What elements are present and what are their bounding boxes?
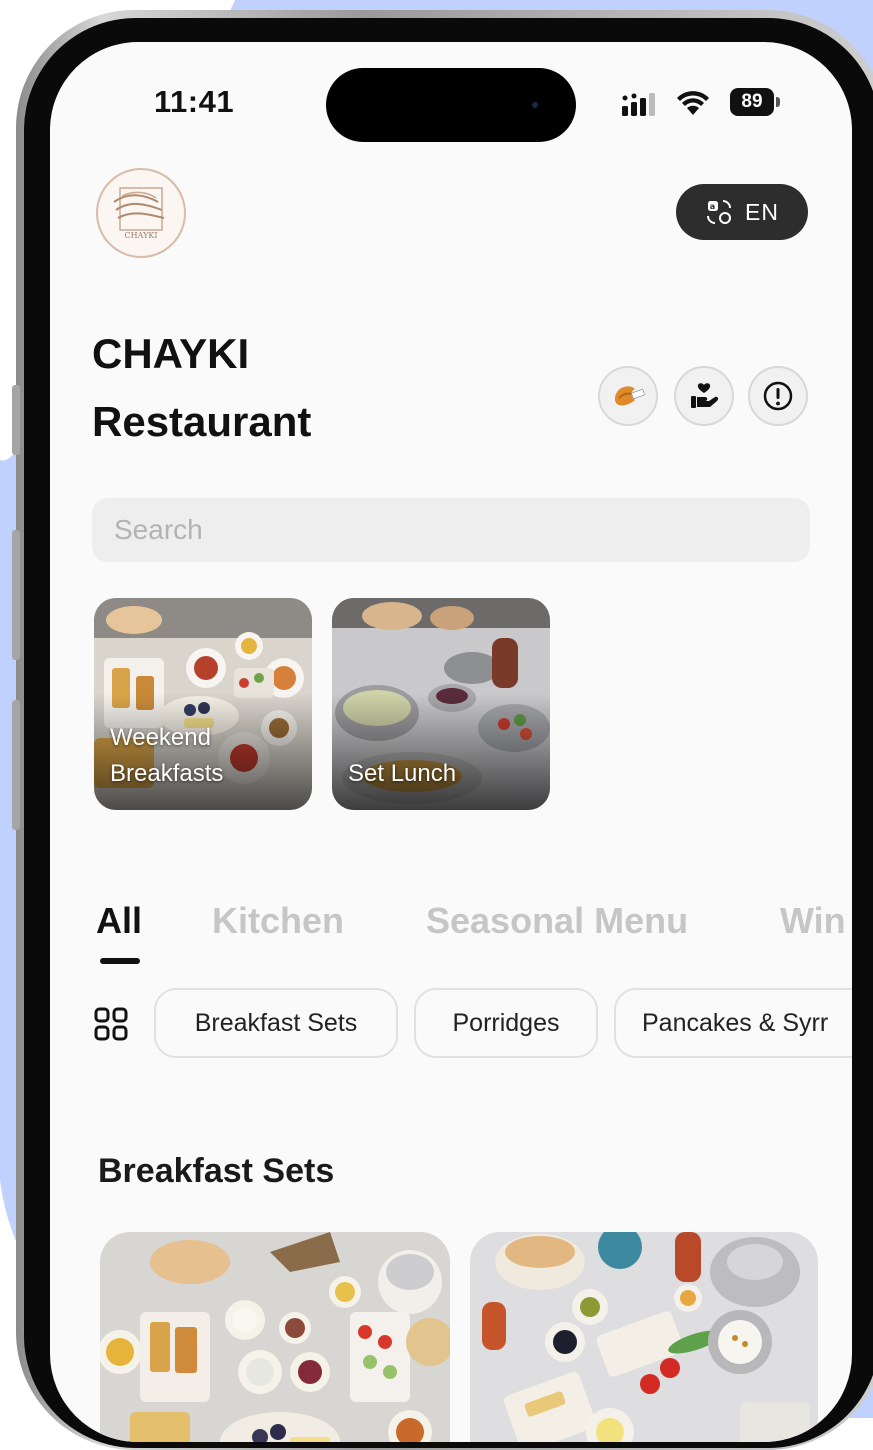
- active-tab-indicator: [100, 958, 140, 964]
- dynamic-island: [326, 68, 576, 142]
- tab-kitchen[interactable]: Kitchen: [212, 900, 344, 942]
- chip-pancakes[interactable]: Pancakes & Syrr: [614, 988, 852, 1058]
- breakfast-set-photo: [100, 1232, 450, 1442]
- phone-side-button: [12, 700, 20, 830]
- restaurant-name: CHAYKI: [92, 330, 250, 377]
- screen: 11:41 89 CHAYKI a EN CHAYKI Restaurant S…: [50, 42, 852, 1442]
- info-icon: [763, 381, 793, 411]
- phone-side-button: [12, 385, 20, 455]
- grid-icon[interactable]: [94, 1007, 128, 1041]
- svg-text:CHAYKI: CHAYKI: [125, 231, 158, 240]
- menu-item-card[interactable]: [470, 1232, 818, 1442]
- chip-porridges[interactable]: Porridges: [414, 988, 598, 1058]
- translate-icon: a: [707, 200, 732, 224]
- breakfast-set-photo: [470, 1232, 818, 1442]
- tab-wine[interactable]: Win: [780, 900, 846, 942]
- fortune-cookie-icon: [615, 386, 645, 406]
- language-switch-button[interactable]: a EN: [676, 184, 808, 240]
- menu-item-card[interactable]: [100, 1232, 450, 1442]
- battery-indicator: 89: [730, 88, 774, 116]
- svg-text:a: a: [710, 202, 716, 211]
- restaurant-name-line2: Restaurant: [92, 398, 312, 445]
- wifi-icon: [677, 91, 709, 115]
- promo-label: Set Lunch: [348, 760, 457, 787]
- section-title: Breakfast Sets: [98, 1152, 335, 1190]
- language-label: EN: [745, 198, 779, 225]
- info-button[interactable]: [748, 366, 808, 426]
- fortune-cookie-button[interactable]: [598, 366, 658, 426]
- charity-hand-icon: [691, 383, 719, 408]
- logo-mark-icon: CHAYKI: [113, 187, 165, 240]
- signal-icon: [622, 93, 655, 116]
- status-time: 11:41: [154, 84, 235, 119]
- promo-card-set-lunch[interactable]: Set Lunch: [332, 598, 550, 810]
- search-input[interactable]: [92, 498, 810, 562]
- phone-side-button: [12, 530, 20, 660]
- charity-button[interactable]: [674, 366, 734, 426]
- tab-seasonal-menu[interactable]: Seasonal Menu: [426, 900, 688, 942]
- chip-breakfast-sets[interactable]: Breakfast Sets: [154, 988, 398, 1058]
- restaurant-logo[interactable]: CHAYKI: [96, 168, 186, 258]
- tab-all[interactable]: All: [96, 900, 142, 942]
- battery-cap: [776, 97, 780, 107]
- promo-label: Weekend Breakfasts: [110, 724, 224, 787]
- promo-card-weekend-breakfasts[interactable]: Weekend Breakfasts: [94, 598, 312, 810]
- camera-dot: [532, 102, 538, 108]
